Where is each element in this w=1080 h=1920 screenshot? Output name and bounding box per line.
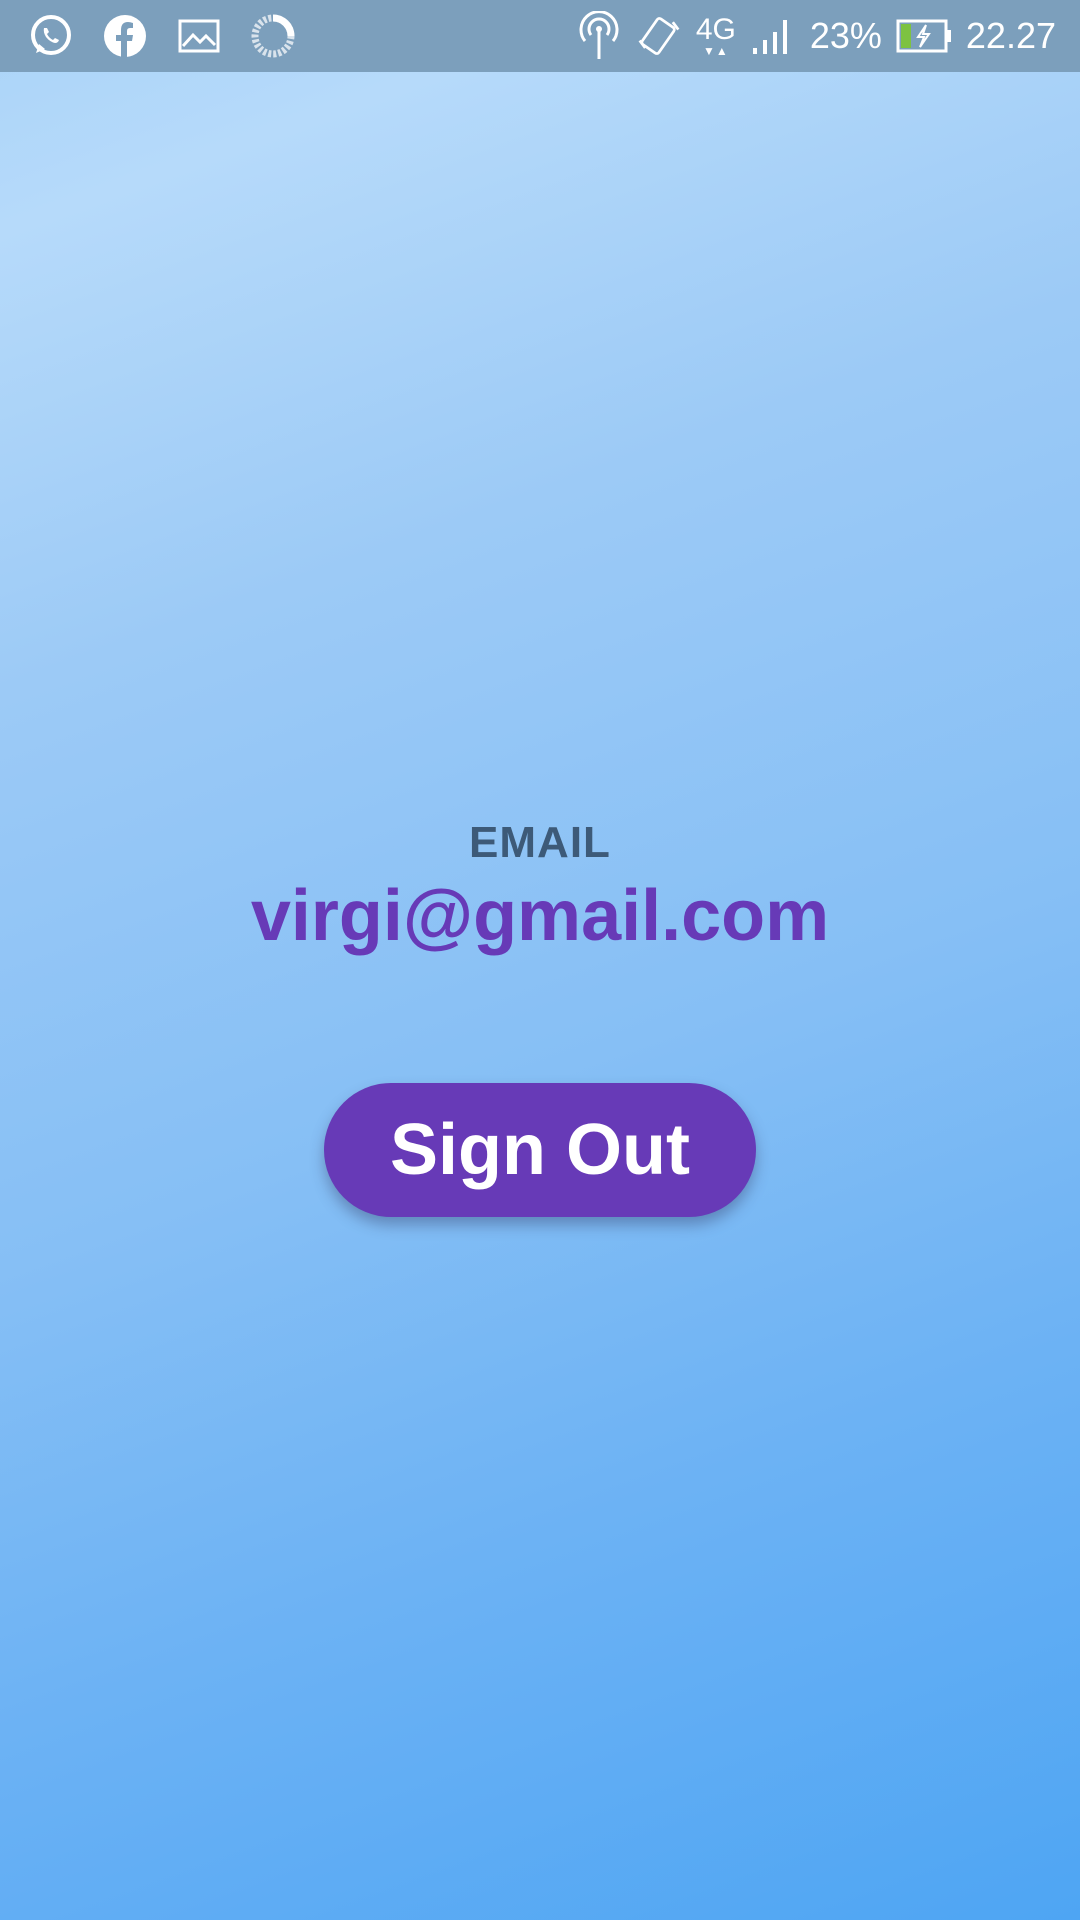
profile-content: EMAIL virgi@gmail.com Sign Out	[0, 0, 1080, 1920]
sign-out-button[interactable]: Sign Out	[324, 1083, 756, 1217]
email-value: virgi@gmail.com	[250, 876, 830, 956]
email-label: EMAIL	[469, 818, 611, 867]
sign-out-label: Sign Out	[390, 1110, 690, 1190]
app-screen: 4G ▼▲ 23% 22.27 EMAIL virgi@gmail.com Si…	[0, 0, 1080, 1920]
